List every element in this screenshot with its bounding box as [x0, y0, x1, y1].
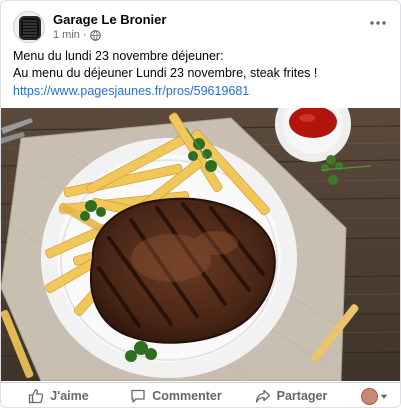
facebook-post: Garage Le Bronier 1 min · Menu du lundi …: [0, 0, 401, 408]
reaction-avatar: [361, 388, 378, 405]
post-link[interactable]: https://www.pagesjaunes.fr/pros/59619681: [13, 84, 249, 98]
more-options-button[interactable]: [366, 13, 390, 33]
comment-label: Commenter: [152, 389, 222, 403]
post-header: Garage Le Bronier 1 min ·: [13, 11, 390, 43]
share-label: Partager: [276, 389, 328, 403]
comment-button[interactable]: Commenter: [116, 383, 236, 407]
like-button[interactable]: J'aime: [1, 383, 116, 407]
post-meta: 1 min ·: [53, 29, 101, 41]
thumbs-up-icon: [29, 389, 44, 404]
share-button[interactable]: Partager: [236, 383, 346, 407]
message-line-1: Menu du lundi 23 novembre déjeuner:: [13, 49, 224, 63]
post-photo[interactable]: [1, 108, 400, 381]
tire-logo-icon: [14, 12, 44, 42]
comment-icon: [131, 389, 145, 403]
chevron-down-icon: [380, 394, 388, 399]
share-icon: [255, 389, 270, 403]
more-options-icon: [370, 21, 386, 25]
post-actions-bar: J'aime Commenter Partager: [1, 382, 400, 407]
react-as-selector[interactable]: [361, 388, 388, 405]
post-message: Menu du lundi 23 novembre déjeuner: Au m…: [13, 48, 393, 82]
globe-icon: [89, 29, 101, 41]
like-label: J'aime: [50, 389, 89, 403]
page-name-link[interactable]: Garage Le Bronier: [53, 12, 166, 27]
steak-frites-photo: [1, 108, 400, 381]
page-avatar[interactable]: [13, 11, 45, 43]
meta-separator: ·: [82, 29, 87, 41]
post-timestamp[interactable]: 1 min: [53, 29, 80, 41]
message-line-2: Au menu du déjeuner Lundi 23 novembre, s…: [13, 66, 318, 80]
